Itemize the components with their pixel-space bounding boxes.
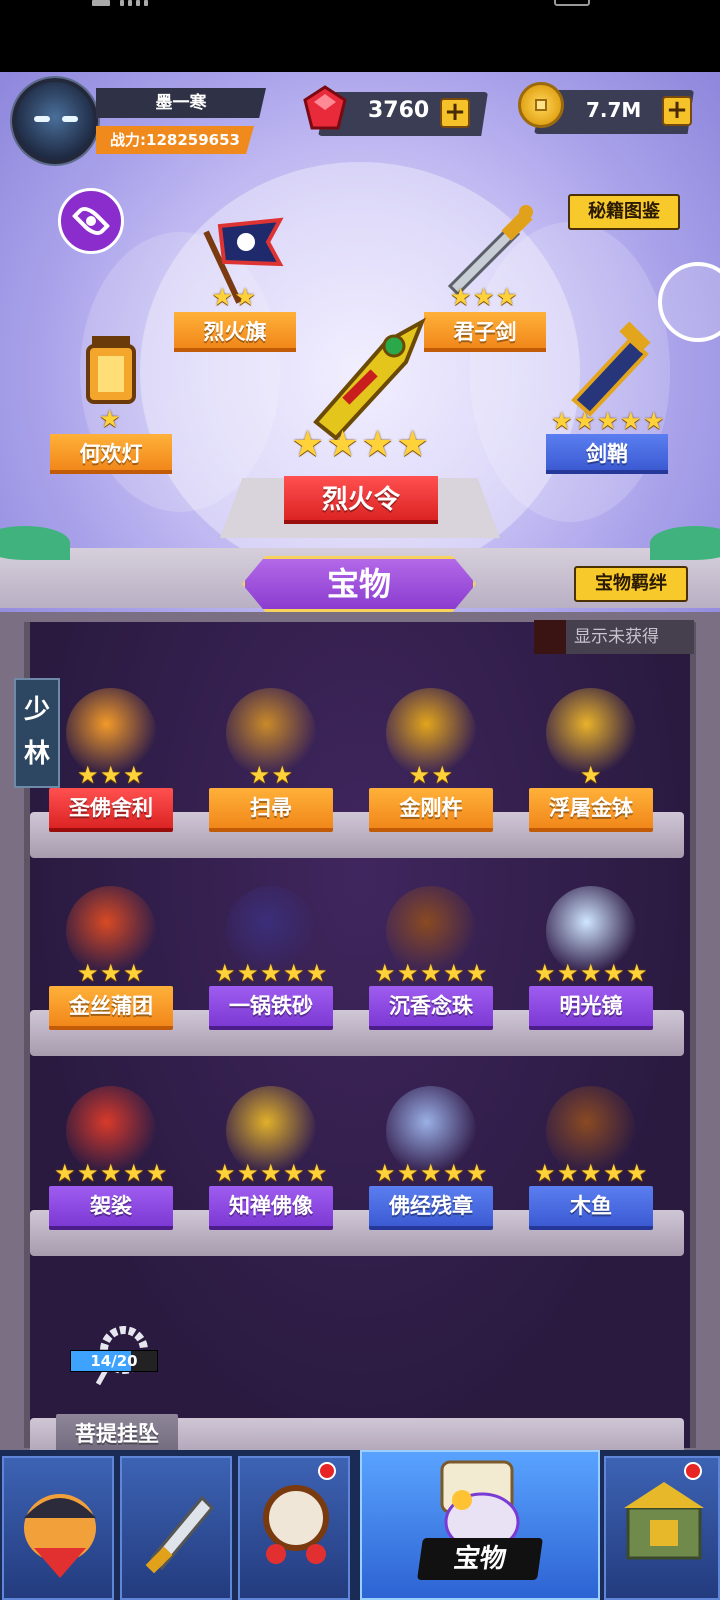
treasure-item[interactable]: ★ ★ ★ ★ ★ 木鱼 [526,1086,656,1230]
treasure-item[interactable]: ★ ★ ★ 圣佛舍利 [46,688,176,832]
treasure-stars: ★ ★ [248,761,294,789]
treasure-label: 扫帚 [209,788,333,832]
power-value: 128259653 [146,131,240,149]
treasure-label: 明光镜 [529,986,653,1030]
treasure-label: 木鱼 [529,1186,653,1230]
toggle-checkbox[interactable] [534,620,566,654]
avatar[interactable] [12,78,98,164]
drum-icon [263,1485,329,1564]
nav-castle[interactable] [604,1456,720,1600]
menu-circle-button[interactable] [658,262,720,342]
treasure-stars: ★ [580,761,602,789]
treasure-stars: ★ ★ ★ ★ ★ [534,1159,648,1187]
leaf-decoration [0,526,70,560]
castle-icon [624,1482,704,1560]
treasure-stars: ★ ★ ★ ★ ★ [534,959,648,987]
codex-button[interactable]: 秘籍图鉴 [568,194,680,230]
treasure-stars: ★ ★ ★ [77,959,145,987]
treasure-item[interactable]: ★ ★ ★ ★ ★ 沉香念珠 [366,886,496,1030]
show-unobtained-toggle[interactable]: 显示未获得 [534,620,694,654]
lantern-icon [66,326,156,416]
combat-power: 战力:128259653 [96,126,254,154]
flag-stars: ★ ★ [211,283,257,311]
nav-character[interactable] [2,1456,114,1600]
treasure-item[interactable]: ★ 浮屠金钵 [526,688,656,832]
fire-token-icon [286,302,436,442]
treasure-stars: ★ ★ ★ [77,761,145,789]
treasure-item[interactable]: ★ ★ ★ ★ ★ 一锅铁砂 [206,886,336,1030]
add-gold-button[interactable]: + [662,96,692,126]
status-bar [0,0,720,72]
lantern-stars: ★ [99,405,121,433]
leaf-decoration [650,526,720,560]
treasure-item[interactable]: ★ ★ ★ ★ ★ 佛经残章 [366,1086,496,1230]
player-name: 墨一寒 [96,88,266,118]
treasure-label: 知禅佛像 [209,1186,333,1230]
equipped-main-treasure[interactable]: 烈火令 [284,476,438,524]
power-label: 战力: [110,131,147,149]
sheath-stars: ★ ★ ★ ★ ★ [551,407,665,435]
fire-token-stars: ★ ★ ★ ★ [291,424,429,465]
treasure-item[interactable]: ★ ★ ★ ★ ★ 袈裟 [46,1086,176,1230]
notification-dot [684,1462,702,1480]
treasure-stars: ★ ★ [408,761,454,789]
treasure-item[interactable]: ★ ★ 金刚杵 [366,688,496,832]
view-eye-button[interactable] [58,188,124,254]
hero-icon [24,1494,96,1578]
treasure-label: 一锅铁砂 [209,986,333,1030]
equipped-sword[interactable]: 君子剑 [424,312,546,352]
treasure-stars: ★ ★ ★ ★ ★ [374,959,488,987]
fragment-progress-bar: 14/20 [70,1350,158,1372]
nav-drum[interactable] [238,1456,350,1600]
add-gems-button[interactable]: + [440,98,470,128]
nav-active-label: 宝物 [417,1538,543,1580]
gem-count: 3760 [368,98,430,123]
treasure-item[interactable]: ★ ★ ★ ★ ★ 明光镜 [526,886,656,1030]
treasure-stars: ★ ★ ★ ★ ★ [214,1159,328,1187]
treasure-label: 浮屠金钵 [529,788,653,832]
treasure-label: 佛经残章 [369,1186,493,1230]
equipped-flag[interactable]: 烈火旗 [174,312,296,352]
signal-icon [92,0,162,8]
treasure-label: 沉香念珠 [369,986,493,1030]
treasure-label: 金刚杵 [369,788,493,832]
treasure-stars: ★ ★ ★ ★ ★ [54,1159,168,1187]
nav-equipment[interactable] [120,1456,232,1600]
battery-icon [554,0,590,6]
swords-icon [145,1495,215,1574]
gold-coin-icon [518,82,564,128]
treasure-item[interactable]: ★ ★ ★ 金丝蒲团 [46,886,176,1030]
treasure-label: 圣佛舍利 [49,788,173,832]
treasure-label: 金丝蒲团 [49,986,173,1030]
treasure-tab-banner: 宝物 [242,556,476,612]
equipped-lantern[interactable]: 何欢灯 [50,434,172,474]
treasure-label: 袈裟 [49,1186,173,1230]
treasure-item[interactable]: ★ ★ 扫帚 [206,688,336,832]
gem-icon [303,85,347,130]
gold-count: 7.7M [586,98,642,122]
treasure-stars: ★ ★ ★ ★ ★ [374,1159,488,1187]
bond-button[interactable]: 宝物羁绊 [574,566,688,602]
sword-stars: ★ ★ ★ [450,283,518,311]
treasure-item[interactable]: ★ ★ ★ ★ ★ 知禅佛像 [206,1086,336,1230]
equipped-sheath[interactable]: 剑鞘 [546,434,668,474]
treasure-stars: ★ ★ ★ ★ ★ [214,959,328,987]
notification-dot [318,1462,336,1480]
